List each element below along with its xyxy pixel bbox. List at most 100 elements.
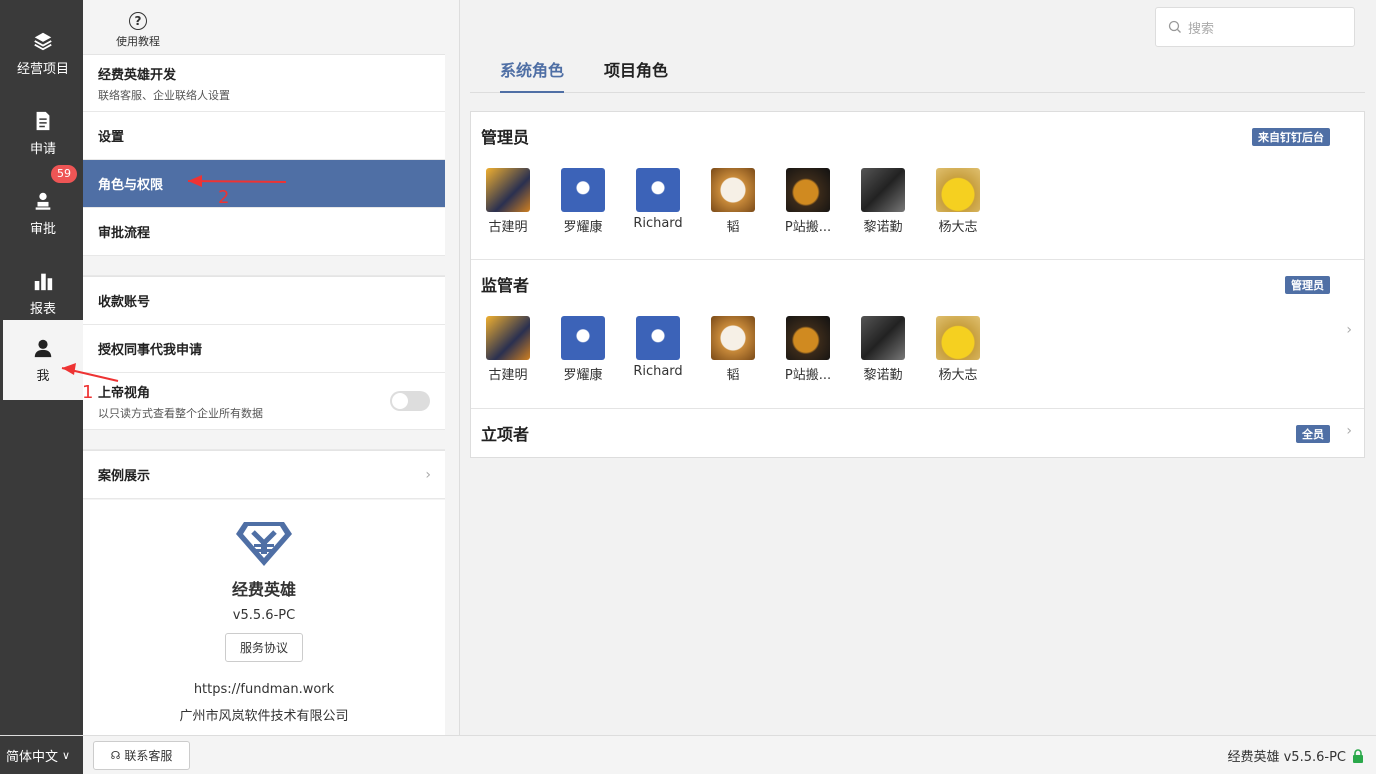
rail-label: 经营项目 — [16, 61, 69, 77]
avatar — [561, 168, 605, 212]
member-list: 古建明 罗耀康 Richard 韬 P站搬... 黎诺勤 杨大志 — [481, 168, 1354, 235]
stamp-icon — [35, 192, 51, 210]
search-placeholder: 搜索 — [1188, 21, 1215, 37]
menu-item-settings[interactable]: 设置 — [83, 112, 445, 160]
member-name: 韬 — [726, 368, 740, 383]
member-name: 罗耀康 — [563, 220, 603, 235]
settings-panel: ? 使用教程 经费英雄开发 联络客服、企业联络人设置 设置 角色与权限 审批流程… — [83, 0, 537, 735]
avatar — [861, 316, 905, 360]
member[interactable]: 古建明 — [486, 168, 530, 235]
help-label: 使用教程 — [116, 35, 160, 48]
search-icon — [1168, 20, 1181, 33]
menu-label: 收款账号 — [98, 295, 151, 310]
avatar — [636, 316, 680, 360]
avatar — [786, 168, 830, 212]
god-view-title: 上帝视角 — [98, 385, 151, 401]
role-scope-tag: 全员 — [1296, 425, 1330, 443]
rail-label: 我 — [36, 368, 50, 384]
approval-count-badge: 59 — [51, 165, 77, 183]
company-name-footer: 广州市风岚软件技术有限公司 — [179, 709, 349, 724]
avatar — [711, 316, 755, 360]
menu-item-delegate[interactable]: 授权同事代我申请 — [83, 325, 445, 373]
member[interactable]: P站搬... — [784, 316, 832, 383]
language-selector[interactable]: 简体中文 ∨ — [0, 736, 83, 774]
member[interactable]: Richard — [633, 316, 683, 383]
rail-item-projects[interactable]: 经营项目 — [3, 13, 83, 93]
menu-item-company[interactable]: 经费英雄开发 联络客服、企业联络人设置 — [83, 55, 445, 112]
member[interactable]: 罗耀康 — [561, 168, 605, 235]
menu-item-showcase[interactable]: 案例展示 › — [83, 451, 445, 499]
member[interactable]: 韬 — [711, 316, 755, 383]
role-card-admin[interactable]: 管理员 来自钉钉后台 古建明 罗耀康 Richard 韬 P站搬... 黎诺勤 … — [471, 112, 1364, 260]
member-name: P站搬... — [784, 368, 832, 383]
tab-system-roles[interactable]: 系统角色 — [500, 58, 565, 93]
tab-project-roles[interactable]: 项目角色 — [604, 58, 668, 93]
role-card-supervisor[interactable]: 监管者 管理员 › 古建明 罗耀康 Richard 韬 P站搬... 黎诺勤 杨… — [471, 260, 1364, 409]
avatar — [786, 316, 830, 360]
app-logo — [236, 522, 292, 566]
member[interactable]: 罗耀康 — [561, 316, 605, 383]
app-window: 经营项目 申请 59 审批 报表 我 ? 使用教程 经费英雄开发 联络客服、企业… — [0, 0, 1376, 774]
about-section: 经费英雄 v5.5.6-PC 服务协议 https://fundman.work… — [83, 500, 445, 735]
menu-item-approval-flow[interactable]: 审批流程 — [83, 208, 445, 256]
member[interactable]: 杨大志 — [936, 316, 980, 383]
god-view-subtitle: 以只读方式查看整个企业所有数据 — [98, 406, 263, 420]
headset-icon: ☊ — [110, 749, 121, 762]
annotation-number: 2 — [218, 187, 230, 208]
avatar — [711, 168, 755, 212]
company-subtitle: 联络客服、企业联络人设置 — [98, 88, 230, 102]
member-name: 黎诺勤 — [863, 368, 903, 383]
language-label: 简体中文 — [6, 750, 59, 765]
annotation-number: 1 — [82, 382, 94, 403]
role-source-tag: 来自钉钉后台 — [1252, 128, 1330, 146]
member[interactable]: 黎诺勤 — [861, 168, 905, 235]
chevron-right-icon: › — [425, 466, 431, 483]
role-title: 监管者 — [481, 276, 530, 295]
menu-item-god-view: 上帝视角 以只读方式查看整个企业所有数据 — [83, 373, 445, 430]
service-agreement-button[interactable]: 服务协议 — [224, 633, 303, 662]
member[interactable]: 杨大志 — [936, 168, 980, 235]
rail-item-me[interactable]: 我 — [3, 320, 83, 400]
menu-label: 审批流程 — [98, 226, 151, 241]
avatar — [936, 316, 980, 360]
website-link[interactable]: https://fundman.work — [194, 682, 334, 697]
rail-item-apply[interactable]: 申请 — [3, 93, 83, 173]
app-name: 经费英雄 — [231, 580, 296, 599]
member-name: 韬 — [726, 220, 740, 235]
member[interactable]: Richard — [633, 168, 683, 235]
avatar — [861, 168, 905, 212]
rail-item-approve[interactable]: 59 审批 — [3, 165, 83, 253]
user-icon — [34, 339, 52, 357]
god-view-toggle[interactable] — [390, 391, 430, 411]
chevron-right-icon: › — [1346, 423, 1352, 439]
avatar — [561, 316, 605, 360]
member-name: 黎诺勤 — [863, 220, 903, 235]
role-card-project-creator[interactable]: 立项者 全员 › — [471, 409, 1364, 457]
avatar — [936, 168, 980, 212]
member-list: 古建明 罗耀康 Richard 韬 P站搬... 黎诺勤 杨大志 — [481, 316, 1354, 383]
member-name: P站搬... — [784, 220, 832, 235]
search-box[interactable]: 搜索 — [1155, 7, 1355, 47]
menu-label: 授权同事代我申请 — [98, 343, 203, 358]
menu-label: 案例展示 — [98, 469, 151, 484]
role-title: 管理员 — [481, 128, 530, 147]
menu-item-roles[interactable]: 角色与权限 — [83, 160, 445, 208]
document-icon — [36, 111, 50, 130]
question-icon: ? — [129, 12, 147, 30]
app-version: v5.5.6-PC — [232, 608, 296, 623]
menu-label: 角色与权限 — [98, 178, 164, 193]
menu-item-payment-account[interactable]: 收款账号 — [83, 277, 445, 325]
help-tutorial-button[interactable]: ? 使用教程 — [111, 12, 165, 49]
member-name: 杨大志 — [938, 220, 978, 235]
bar-chart-icon — [34, 273, 53, 290]
member[interactable]: 韬 — [711, 168, 755, 235]
role-title: 立项者 — [481, 425, 530, 444]
settings-menu: 经费英雄开发 联络客服、企业联络人设置 设置 角色与权限 审批流程 收款账号 授… — [83, 54, 445, 499]
rail-label: 报表 — [29, 301, 56, 317]
member[interactable]: 古建明 — [486, 316, 530, 383]
member-name: 杨大志 — [938, 368, 978, 383]
member[interactable]: P站搬... — [784, 168, 832, 235]
member[interactable]: 黎诺勤 — [861, 316, 905, 383]
contact-support-button[interactable]: ☊ 联系客服 — [93, 741, 190, 770]
chevron-down-icon: ∨ — [62, 749, 71, 762]
